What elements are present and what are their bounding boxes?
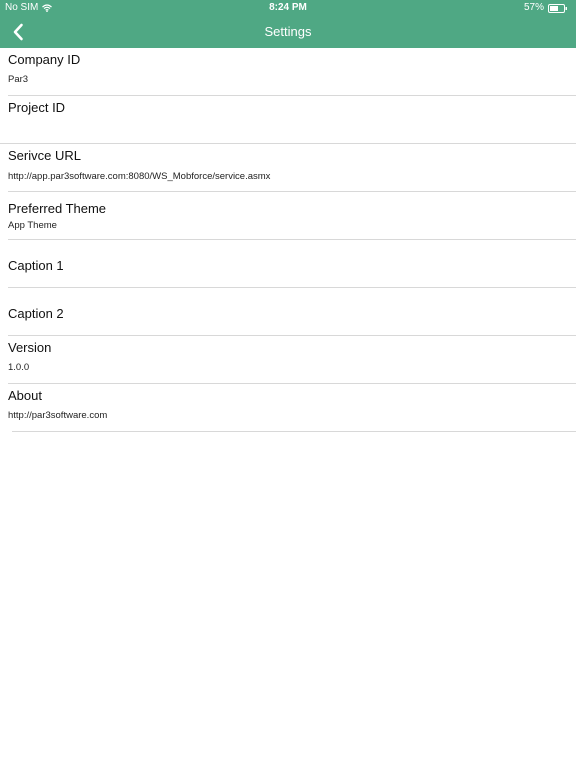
setting-value: Par3 — [8, 74, 29, 85]
status-bar: No SIM 8:24 PM 57% — [0, 0, 576, 16]
battery-icon — [548, 3, 568, 13]
setting-company-id[interactable]: Company ID Par3 — [0, 48, 576, 96]
row-divider — [12, 431, 576, 432]
settings-list: Company ID Par3 Project ID Serivce URL h… — [0, 48, 576, 432]
setting-label: Preferred Theme — [8, 201, 107, 216]
setting-preferred-theme[interactable]: Preferred Theme App Theme — [0, 192, 576, 240]
setting-value: http://par3software.com — [8, 410, 108, 421]
setting-caption-2[interactable]: Caption 2 — [0, 288, 576, 336]
setting-value: http://app.par3software.com:8080/WS_Mobf… — [8, 171, 271, 182]
setting-label: Version — [8, 340, 52, 355]
setting-value: 1.0.0 — [8, 362, 30, 373]
setting-label: Caption 2 — [8, 306, 64, 321]
nav-bar: Settings — [0, 16, 576, 48]
setting-label: Project ID — [8, 100, 66, 115]
setting-version[interactable]: Version 1.0.0 — [0, 336, 576, 384]
setting-value: App Theme — [8, 220, 57, 231]
status-right: 57% — [524, 0, 568, 16]
setting-service-url[interactable]: Serivce URL http://app.par3software.com:… — [0, 144, 576, 192]
setting-label: Caption 1 — [8, 258, 64, 273]
setting-label: About — [8, 388, 42, 403]
setting-project-id[interactable]: Project ID — [0, 96, 576, 144]
page-title: Settings — [264, 24, 312, 39]
setting-label: Serivce URL — [8, 148, 81, 163]
setting-about[interactable]: About http://par3software.com — [0, 384, 576, 432]
setting-label: Company ID — [8, 52, 81, 67]
setting-caption-1[interactable]: Caption 1 — [0, 240, 576, 288]
app-header: No SIM 8:24 PM 57% Settings — [0, 0, 576, 48]
battery-percent: 57% — [523, 2, 544, 13]
status-time: 8:24 PM — [269, 2, 307, 13]
